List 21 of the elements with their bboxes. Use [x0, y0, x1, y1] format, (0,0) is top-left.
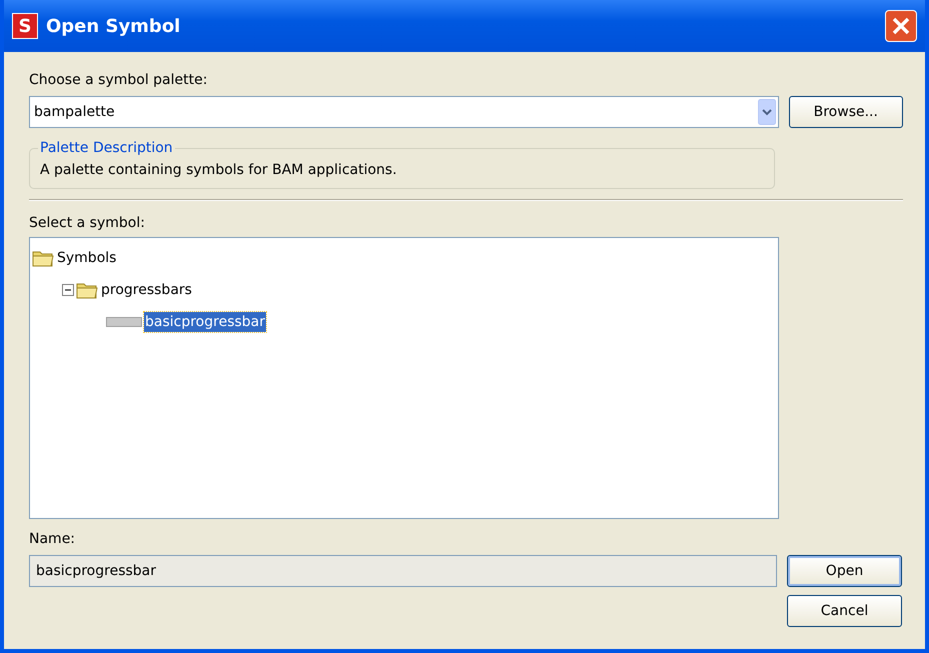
name-label: Name: [29, 531, 76, 547]
browse-button[interactable]: Browse... [788, 96, 903, 128]
tree-label: Select a symbol: [29, 215, 146, 231]
window-title: Open Symbol [46, 16, 182, 36]
collapse-icon[interactable] [62, 284, 74, 296]
tree-item[interactable]: progressbars [100, 280, 193, 300]
description-text: A palette containing symbols for BAM applications. [40, 162, 397, 178]
tree-item[interactable]: basicprogressbar [144, 312, 266, 332]
name-field[interactable]: basicprogressbar [29, 555, 777, 587]
tree-item[interactable]: Symbols [56, 248, 118, 268]
default-button[interactable]: Open [787, 555, 902, 587]
palette-dropdown[interactable]: bampalette [29, 96, 779, 128]
progress-bar-icon [106, 317, 142, 327]
dialog-button[interactable]: Cancel [787, 595, 902, 627]
close-icon[interactable] [891, 16, 911, 36]
folder-icon [76, 281, 98, 299]
folder-icon [32, 249, 54, 267]
close-button[interactable] [885, 10, 917, 42]
group-legend: Palette Description [38, 140, 175, 156]
app-icon: S [12, 13, 38, 39]
palette-label: Choose a symbol palette: [29, 72, 208, 88]
